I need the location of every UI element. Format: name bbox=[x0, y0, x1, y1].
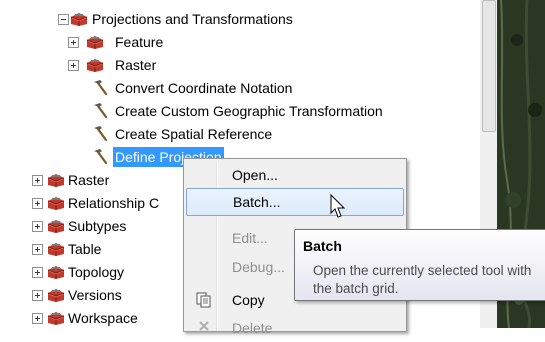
tree-item-label: Workspace bbox=[68, 310, 138, 326]
tool-hammer-icon bbox=[91, 79, 109, 97]
tree-item-label: Convert Coordinate Notation bbox=[115, 80, 293, 96]
tooltip: Batch Open the currently selected tool w… bbox=[294, 229, 545, 301]
tree-item-raster-sub[interactable]: Raster bbox=[0, 55, 470, 75]
collapse-icon[interactable] bbox=[58, 14, 69, 25]
toolbox-icon bbox=[47, 218, 65, 234]
mouse-cursor-icon bbox=[330, 194, 346, 218]
expand-icon[interactable] bbox=[68, 37, 79, 48]
tree-item-label: Feature bbox=[115, 34, 164, 50]
expand-icon[interactable] bbox=[68, 60, 79, 71]
menu-item-label: Open... bbox=[232, 167, 278, 183]
tool-hammer-icon bbox=[91, 125, 109, 143]
tree-item-feature[interactable]: Feature bbox=[0, 32, 470, 52]
tree-item-label: Topology bbox=[68, 264, 125, 280]
toolbox-icon bbox=[70, 11, 88, 27]
tree-item-convert-coordinate-notation[interactable]: Convert Coordinate Notation bbox=[0, 78, 470, 98]
toolbox-icon bbox=[47, 264, 65, 280]
tree-item-create-custom-geographic-transformation[interactable]: Create Custom Geographic Transformation bbox=[0, 101, 470, 121]
menu-item-open[interactable]: Open... bbox=[186, 161, 402, 189]
tree-item-label: Table bbox=[68, 241, 102, 257]
tree-item-projections-and-transformations[interactable]: Projections and Transformations bbox=[0, 9, 470, 29]
toolbox-icon bbox=[47, 172, 65, 188]
menu-item-label: Delete bbox=[232, 320, 273, 336]
delete-icon bbox=[199, 321, 209, 331]
menu-item-label: Batch... bbox=[233, 194, 281, 210]
tree-item-label: Versions bbox=[68, 287, 122, 303]
tooltip-title: Batch bbox=[303, 238, 342, 254]
toolbox-icon bbox=[47, 287, 65, 303]
tooltip-description: Open the currently selected tool with th… bbox=[313, 263, 532, 296]
expand-icon[interactable] bbox=[32, 290, 43, 301]
tree-item-label: Subtypes bbox=[68, 218, 127, 234]
expand-icon[interactable] bbox=[32, 198, 43, 209]
tree-item-label: Raster bbox=[68, 172, 110, 188]
menu-item-label: Debug... bbox=[232, 259, 285, 275]
expand-icon[interactable] bbox=[32, 244, 43, 255]
expand-icon[interactable] bbox=[32, 175, 43, 186]
menu-item-label: Copy bbox=[232, 292, 265, 308]
tree-item-label: Create Spatial Reference bbox=[115, 126, 273, 142]
toolbox-icon bbox=[47, 310, 65, 326]
menu-item-batch[interactable]: Batch... bbox=[186, 188, 404, 216]
expand-icon[interactable] bbox=[32, 313, 43, 324]
toolbox-icon bbox=[86, 57, 104, 73]
tree-item-label: Create Custom Geographic Transformation bbox=[115, 103, 383, 119]
tree-item-label: Relationship C bbox=[68, 195, 160, 211]
tree-item-create-spatial-reference[interactable]: Create Spatial Reference bbox=[0, 124, 470, 144]
tree-item-label: Raster bbox=[115, 57, 157, 73]
menu-item-delete[interactable]: Delete bbox=[186, 314, 402, 342]
toolbox-icon bbox=[47, 195, 65, 211]
tool-hammer-icon bbox=[91, 102, 109, 120]
copy-icon bbox=[196, 292, 211, 308]
tree-item-label: Projections and Transformations bbox=[92, 11, 293, 27]
tool-hammer-icon bbox=[91, 148, 109, 166]
toolbox-icon bbox=[47, 241, 65, 257]
toolbox-icon bbox=[86, 34, 104, 50]
expand-icon[interactable] bbox=[32, 221, 43, 232]
scrollbar-thumb[interactable] bbox=[482, 0, 496, 132]
expand-icon[interactable] bbox=[32, 267, 43, 278]
menu-item-label: Edit... bbox=[232, 230, 268, 246]
